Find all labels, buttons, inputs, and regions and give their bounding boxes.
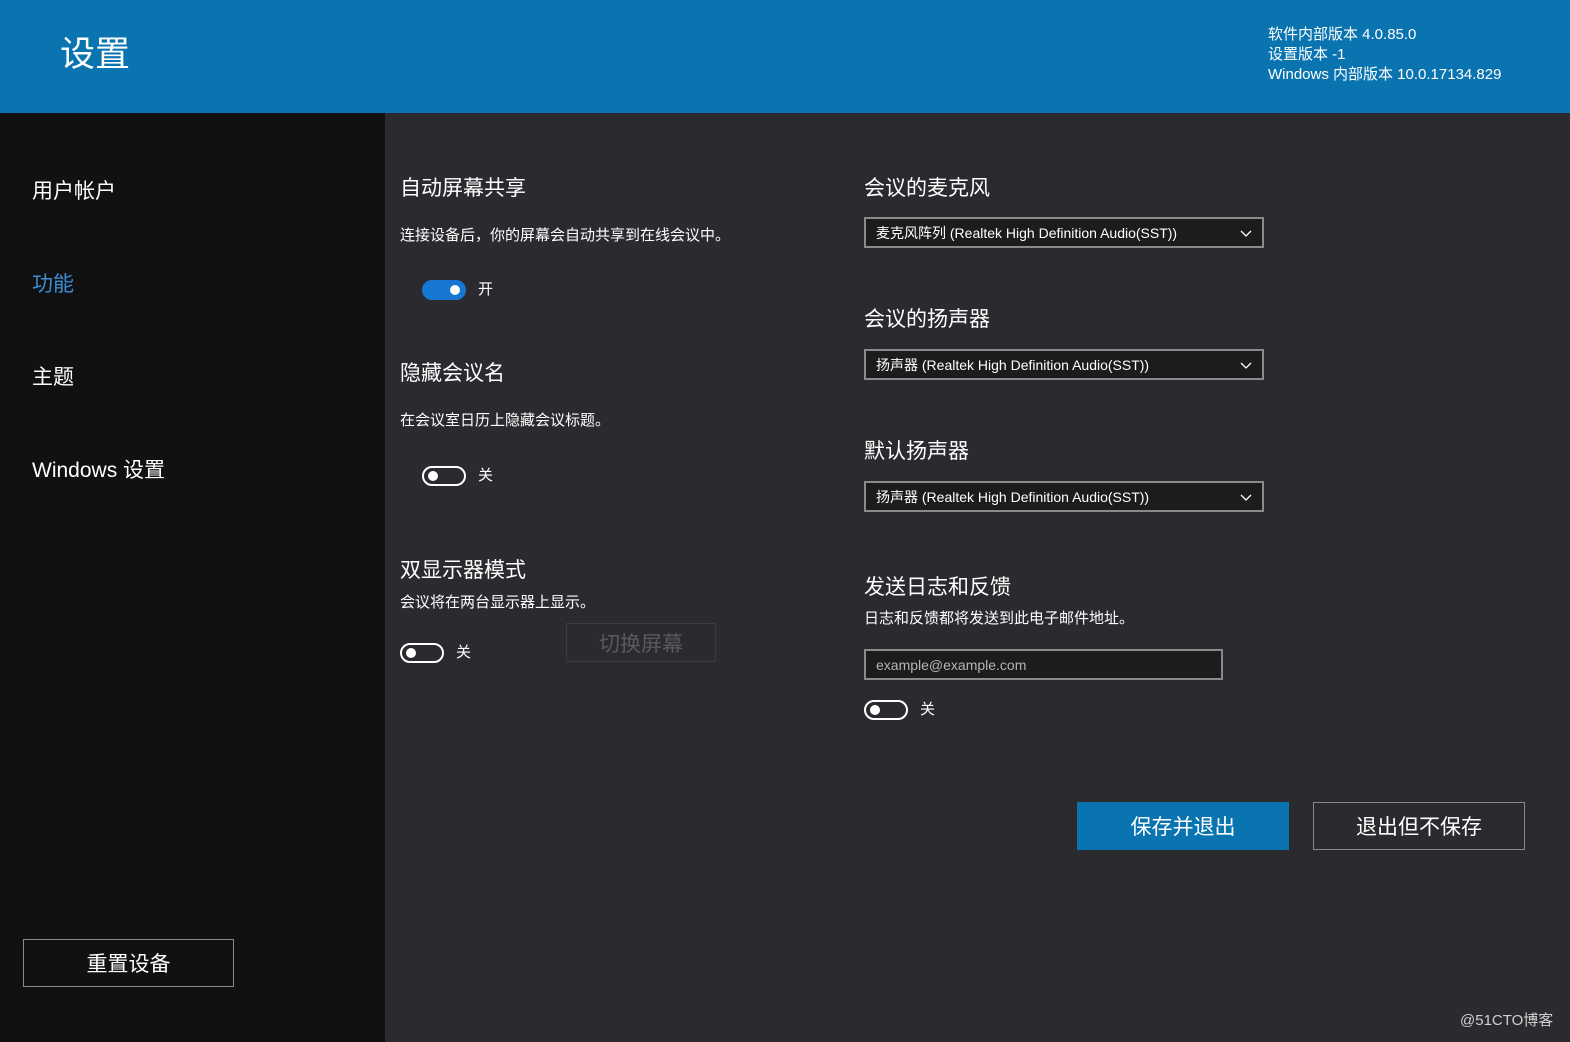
chevron-down-icon [1240, 494, 1252, 501]
windows-build-version: Windows 内部版本 10.0.17134.829 [1268, 66, 1502, 83]
email-field[interactable] [864, 649, 1223, 680]
page-title: 设置 [60, 35, 131, 74]
switch-screen-button[interactable]: 切换屏幕 [566, 623, 716, 662]
sidebar-item-user-accounts[interactable]: 用户帐户 [32, 177, 116, 207]
sidebar-item-windows-settings[interactable]: Windows 设置 [32, 456, 165, 486]
version-info: 软件内部版本 4.0.85.0 设置版本 -1 Windows 内部版本 10.… [1268, 25, 1501, 85]
default-speaker-title: 默认扬声器 [864, 440, 969, 463]
toggle-knob [450, 285, 460, 295]
hide-meeting-name-toggle-label: 关 [478, 467, 494, 484]
auto-share-title: 自动屏幕共享 [400, 177, 526, 200]
auto-share-toggle-label: 开 [478, 281, 494, 298]
header-bar: 设置 软件内部版本 4.0.85.0 设置版本 -1 Windows 内部版本 … [0, 0, 1570, 113]
meeting-microphone-dropdown[interactable]: 麦克风阵列 (Realtek High Definition Audio(SST… [864, 217, 1264, 248]
hide-meeting-name-toggle[interactable] [422, 466, 466, 486]
toggle-knob [428, 471, 438, 481]
reset-device-button[interactable]: 重置设备 [23, 939, 234, 987]
main-content: 自动屏幕共享 连接设备后，你的屏幕会自动共享到在线会议中。 开 隐藏会议名 在会… [385, 113, 1570, 1042]
chevron-down-icon [1240, 230, 1252, 237]
send-logs-title: 发送日志和反馈 [864, 576, 1011, 599]
meeting-speaker-selected: 扬声器 (Realtek High Definition Audio(SST)) [876, 357, 1150, 373]
default-speaker-dropdown[interactable]: 扬声器 (Realtek High Definition Audio(SST)) [864, 481, 1264, 512]
send-logs-toggle-label: 关 [920, 701, 936, 718]
software-build-version: 软件内部版本 4.0.85.0 [1268, 26, 1417, 43]
send-logs-description: 日志和反馈都将发送到此电子邮件地址。 [864, 610, 1135, 627]
auto-share-toggle[interactable] [422, 280, 466, 300]
dual-monitor-toggle[interactable] [400, 643, 444, 663]
toggle-knob [870, 705, 880, 715]
default-speaker-selected: 扬声器 (Realtek High Definition Audio(SST)) [876, 489, 1150, 505]
send-logs-toggle[interactable] [864, 700, 908, 720]
settings-version: 设置版本 -1 [1268, 46, 1346, 63]
sidebar-item-themes[interactable]: 主题 [32, 363, 74, 393]
toggle-knob [406, 648, 416, 658]
dual-monitor-title: 双显示器模式 [400, 559, 526, 582]
chevron-down-icon [1240, 362, 1252, 369]
meeting-speaker-title: 会议的扬声器 [864, 308, 990, 331]
exit-without-saving-button[interactable]: 退出但不保存 [1313, 802, 1525, 850]
sidebar: 用户帐户 功能 主题 Windows 设置 重置设备 [0, 113, 385, 1042]
auto-share-description: 连接设备后，你的屏幕会自动共享到在线会议中。 [400, 227, 731, 244]
save-and-exit-button[interactable]: 保存并退出 [1077, 802, 1289, 850]
meeting-speaker-dropdown[interactable]: 扬声器 (Realtek High Definition Audio(SST)) [864, 349, 1264, 380]
meeting-microphone-selected: 麦克风阵列 (Realtek High Definition Audio(SST… [876, 225, 1178, 241]
dual-monitor-toggle-label: 关 [456, 644, 472, 661]
hide-meeting-name-description: 在会议室日历上隐藏会议标题。 [400, 412, 611, 429]
meeting-microphone-title: 会议的麦克风 [864, 177, 990, 200]
watermark: @51CTO博客 [1460, 1012, 1554, 1029]
sidebar-item-features[interactable]: 功能 [32, 270, 74, 300]
dual-monitor-description: 会议将在两台显示器上显示。 [400, 594, 596, 611]
hide-meeting-name-title: 隐藏会议名 [400, 362, 505, 385]
